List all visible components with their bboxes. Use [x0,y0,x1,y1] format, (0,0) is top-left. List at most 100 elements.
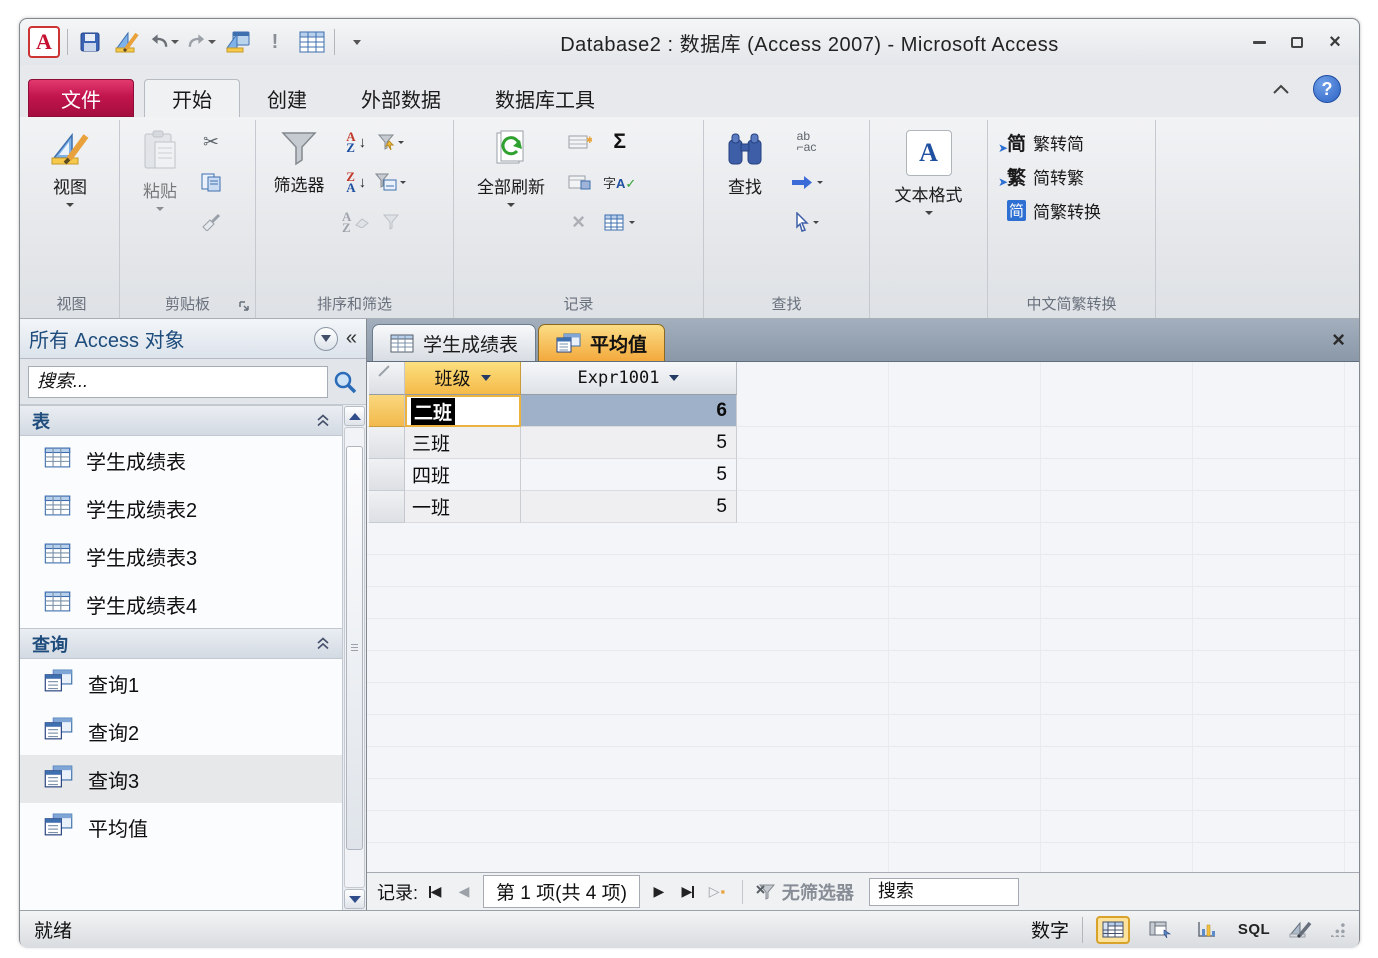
to-traditional-button[interactable]: ➤繁 简转繁 [1007,160,1150,192]
cell-class[interactable]: 四班 [405,459,521,491]
pivottable-view-button[interactable] [1143,916,1177,944]
table-button[interactable] [297,27,327,57]
select-all-corner[interactable] [369,362,405,395]
design-view-button[interactable] [112,27,142,57]
selection-filter-button[interactable] [375,128,406,156]
goto-button[interactable] [790,168,823,196]
resize-grip[interactable] [1331,923,1345,937]
totals-button[interactable]: Σ [603,128,636,156]
filter-dropdown-icon[interactable] [669,375,679,381]
record-selector[interactable] [369,459,405,491]
restore-button[interactable] [1285,33,1309,51]
access-logo-icon[interactable]: A [28,26,60,58]
nav-item[interactable]: 学生成绩表4 [20,580,342,628]
new-record-button[interactable]: ✱ [568,128,592,156]
column-header-expr[interactable]: Expr1001 [521,362,737,395]
cut-button[interactable]: ✂ [200,128,222,156]
replace-button[interactable]: ab⌐ac [790,128,823,156]
no-filter-button[interactable]: 无筛选器 [756,879,854,905]
copy-button[interactable] [200,168,222,196]
nav-item[interactable]: 查询1 [20,659,342,707]
pivotchart-view-button[interactable] [1190,916,1224,944]
format-painter-button[interactable] [200,208,222,236]
delete-record-button[interactable]: × [568,208,592,236]
text-format-button[interactable]: A 文本格式 [881,122,977,288]
save-record-button[interactable] [568,168,592,196]
navpane-header[interactable]: 所有 Access 对象 « [20,319,366,359]
navpane-search-input[interactable] [28,366,328,398]
refresh-all-button[interactable]: 全部刷新 [459,122,563,288]
sort-descending-button[interactable]: ZA↓ [342,168,370,196]
more-records-button[interactable] [603,208,636,236]
import-wizard-button[interactable] [223,27,253,57]
cell-value[interactable]: 5 [521,427,737,459]
scroll-down-button[interactable] [344,889,365,909]
record-selector[interactable] [369,395,405,427]
nav-item[interactable]: 查询3 [20,755,342,803]
remove-sort-button[interactable]: AZ [342,208,370,236]
cell-class[interactable]: 一班 [405,491,521,523]
first-record-button[interactable]: ◀ [423,879,447,905]
column-header-class[interactable]: 班级 [405,362,521,395]
convert-button[interactable]: 简 简繁转换 [1007,194,1150,226]
tab-external-data[interactable]: 外部数据 [334,79,468,117]
new-record-button[interactable]: ▷▪ [705,879,729,905]
previous-record-button[interactable]: ◀ [452,879,476,905]
navpane-menu-button[interactable] [314,327,338,351]
redo-dropdown[interactable] [208,40,216,44]
close-document-icon[interactable]: × [1332,329,1345,351]
nav-item[interactable]: 平均值 [20,803,342,851]
record-position-box[interactable]: 第 1 项(共 4 项) [483,875,640,908]
last-record-button[interactable]: ▶ [676,879,700,905]
paste-button[interactable]: 粘贴 [125,122,195,288]
record-selector[interactable] [369,491,405,523]
section-header-queries[interactable]: 查询 [20,628,342,659]
tab-home[interactable]: 开始 [144,79,240,117]
to-simplified-button[interactable]: ➤简 繁转简 [1007,126,1150,158]
record-search-input[interactable] [869,878,1019,906]
tab-database-tools[interactable]: 数据库工具 [468,79,622,117]
minimize-ribbon-icon[interactable] [1271,82,1291,96]
doc-tab-table[interactable]: 学生成绩表 [372,324,536,361]
select-button[interactable] [790,208,823,236]
nav-item[interactable]: 学生成绩表2 [20,484,342,532]
tab-file[interactable]: 文件 [28,79,134,117]
cell-class[interactable]: 三班 [405,427,521,459]
spelling-button[interactable]: 字A✓ [603,168,636,196]
advanced-filter-button[interactable] [375,168,406,196]
view-button[interactable]: 视图 [29,122,111,288]
save-button[interactable] [75,27,105,57]
undo-dropdown[interactable] [171,40,179,44]
dialog-launcher-icon[interactable] [238,300,250,312]
cell-value[interactable]: 6 [521,395,737,427]
find-button[interactable]: 查找 [709,122,781,288]
sort-ascending-button[interactable]: AZ↓ [342,128,370,156]
sql-view-button[interactable]: SQL [1237,916,1271,944]
cell-value[interactable]: 5 [521,459,737,491]
nav-item[interactable]: 学生成绩表 [20,436,342,484]
tab-create[interactable]: 创建 [240,79,334,117]
cell-value[interactable]: 5 [521,491,737,523]
toggle-filter-button[interactable] [375,208,406,236]
navpane-scrollbar[interactable] [342,405,366,910]
section-header-tables[interactable]: 表 [20,405,342,436]
minimize-button[interactable] [1247,33,1271,51]
customize-quick-access-button[interactable] [342,27,372,57]
shutter-bar-close-icon[interactable]: « [346,327,357,350]
doc-tab-query[interactable]: 平均值 [538,324,665,361]
undo-button[interactable] [149,27,179,57]
scrollbar-track[interactable] [344,427,365,888]
nav-item[interactable]: 查询2 [20,707,342,755]
datasheet-view-button[interactable] [1096,916,1130,944]
redo-button[interactable] [186,27,216,57]
scrollbar-thumb[interactable] [346,446,363,850]
scroll-up-button[interactable] [344,406,365,426]
cell-class[interactable]: 二班 [405,395,521,427]
filter-dropdown-icon[interactable] [481,375,491,381]
record-selector[interactable] [369,427,405,459]
design-view-button-status[interactable] [1284,916,1318,944]
search-icon[interactable] [332,369,358,395]
filter-button[interactable]: 筛选器 [261,122,337,288]
nav-item[interactable]: 学生成绩表3 [20,532,342,580]
exclamation-button[interactable]: ! [260,27,290,57]
